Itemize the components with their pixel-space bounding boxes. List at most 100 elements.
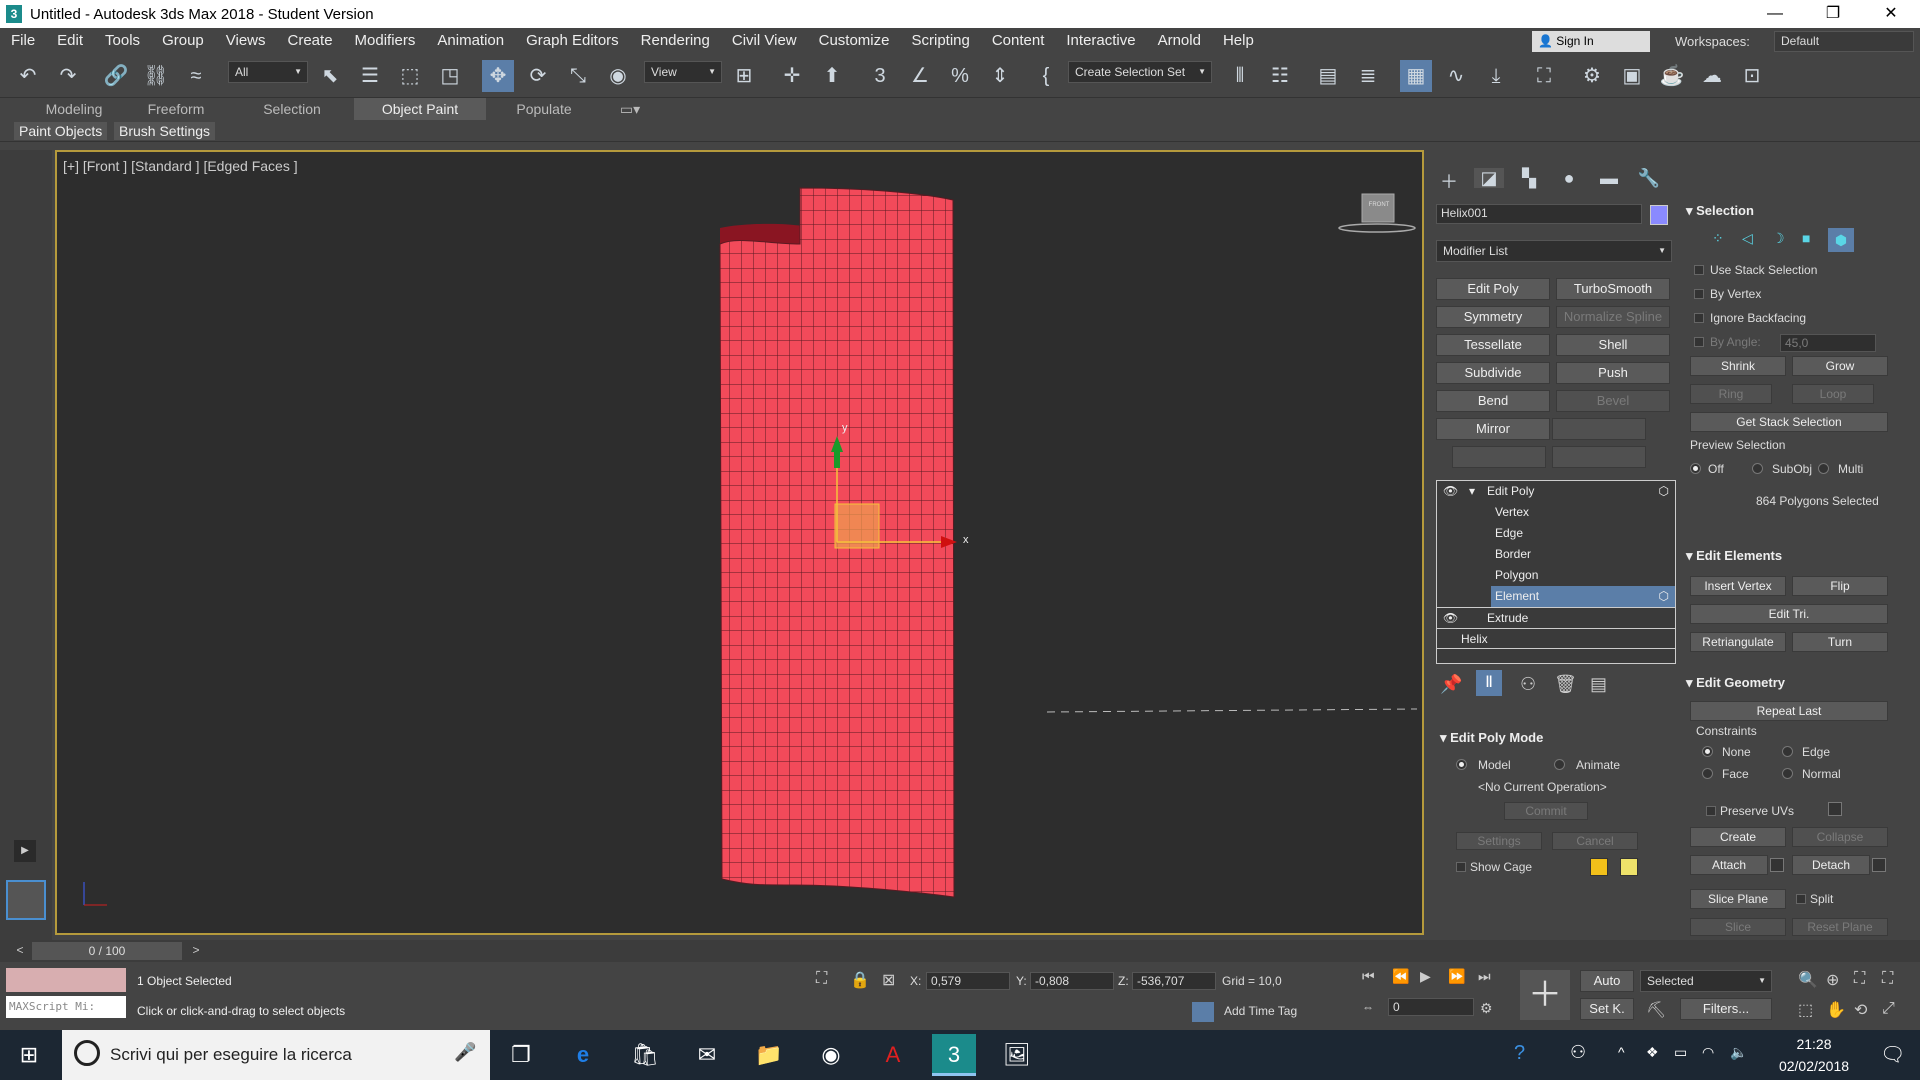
cage-selected-color-swatch[interactable] [1620,858,1638,876]
add-time-tag-button[interactable]: Add Time Tag [1224,1004,1297,1018]
preview-off-radio[interactable] [1690,463,1701,474]
taskbar-search-box[interactable]: Scrivi qui per eseguire la ricerca 🎤 [62,1030,490,1080]
edit-poly-mode-header[interactable]: ▾ Edit Poly Mode [1440,730,1543,746]
retriangulate-button[interactable]: Retriangulate [1690,632,1786,652]
by-vertex-checkbox[interactable] [1694,289,1704,299]
volume-icon[interactable]: 🔈 [1730,1044,1747,1061]
auto-key-button[interactable]: Auto [1580,970,1634,992]
configure-modifier-sets-icon[interactable]: ▤ [1590,674,1607,695]
bind-spacewarp-icon[interactable]: ≈ [180,60,212,92]
menu-views[interactable]: Views [215,28,277,54]
z-coordinate-field[interactable]: -536,707 [1132,972,1216,990]
push-button[interactable]: Push [1556,362,1670,384]
menu-civil-view[interactable]: Civil View [721,28,808,54]
mirror-button[interactable]: Mirror [1436,418,1550,440]
clock-date[interactable]: 02/02/2018 [1766,1058,1862,1074]
front-viewport[interactable]: [+] [Front ] [Standard ] [Edged Faces ] … [55,150,1424,935]
key-mode-toggle-icon[interactable]: ⇔ [1362,1000,1374,1014]
menu-content[interactable]: Content [981,28,1056,54]
schematic-view-icon[interactable]: ⤓ [1480,60,1512,92]
render-setup-icon[interactable]: ⚙ [1576,60,1608,92]
key-filters-button[interactable]: Filters... [1680,998,1772,1020]
edit-named-selection-icon[interactable]: { [1030,60,1062,92]
motion-tab-icon[interactable]: ● [1554,168,1584,188]
store-icon[interactable]: 🛍 [628,1038,662,1072]
selection-filter-dropdown[interactable]: All [228,61,308,83]
attach-button[interactable]: Attach [1690,855,1768,875]
next-frame-button[interactable]: > [188,943,204,959]
remove-modifier-icon[interactable]: 🗑 [1554,674,1577,695]
menu-animation[interactable]: Animation [426,28,515,54]
viewport-layout-thumb[interactable] [6,880,46,920]
sign-in-dropdown[interactable]: 👤 Sign In [1532,31,1650,52]
use-stack-selection-checkbox[interactable] [1694,265,1704,275]
empty-modifier-slot[interactable] [1452,446,1546,468]
time-tag-icon[interactable] [1192,1002,1214,1022]
insert-vertex-button[interactable]: Insert Vertex [1690,576,1786,596]
set-key-button[interactable]: Set K. [1580,998,1634,1020]
maxscript-listener-top[interactable] [6,968,126,992]
prev-frame-button[interactable]: < [12,943,28,959]
bevel-button[interactable]: Bevel [1556,390,1670,412]
reference-coordinate-dropdown[interactable]: View [644,61,722,83]
3dsmax-taskbar-icon[interactable]: 3 [932,1034,976,1076]
edge-mode-icon[interactable]: ◁ [1742,230,1753,247]
toggle-ribbon-icon[interactable]: ▦ [1400,60,1432,92]
align-icon[interactable]: ☷ [1264,60,1296,92]
edit-poly-button[interactable]: Edit Poly [1436,278,1550,300]
photos-icon[interactable]: 🖼 [1000,1038,1034,1072]
snaps-toggle-icon[interactable]: 3 [864,60,896,92]
selection-header[interactable]: ▾ Selection [1686,203,1754,219]
show-end-result-icon[interactable]: Ⅱ [1476,670,1502,696]
selection-lock-icon[interactable]: 🔒 [850,970,870,990]
symmetry-button[interactable]: Symmetry [1436,306,1550,328]
undo-icon[interactable]: ↶ [12,60,44,92]
link-icon[interactable]: 🔗 [100,60,132,92]
current-frame-field[interactable]: 0 [1388,998,1474,1016]
grow-button[interactable]: Grow [1792,356,1888,376]
windows-start-icon[interactable]: ⊞ [12,1038,46,1072]
chrome-icon[interactable]: ◉ [814,1038,848,1072]
turbosmooth-button[interactable]: TurboSmooth [1556,278,1670,300]
named-selection-set-dropdown[interactable]: Create Selection Set [1068,61,1212,83]
mail-icon[interactable]: ✉ [690,1038,724,1072]
tessellate-button[interactable]: Tessellate [1436,334,1550,356]
time-slider-thumb[interactable]: 0 / 100 [32,942,182,960]
settings-button[interactable]: Settings [1456,832,1542,850]
curve-editor-icon[interactable]: ∿ [1440,60,1472,92]
stack-item-edit-poly[interactable]: 👁 ▾ Edit Poly ⬡ [1437,481,1675,502]
previous-key-icon[interactable]: ⏪ [1392,968,1409,985]
collapse-button[interactable]: Collapse [1792,827,1888,847]
people-icon[interactable]: ⚇ [1570,1042,1586,1063]
preserve-uvs-settings-icon[interactable] [1828,802,1842,816]
turn-button[interactable]: Turn [1792,632,1888,652]
empty-modifier-slot[interactable] [1552,418,1646,440]
zoom-extents-all-icon[interactable]: ⛶ [1882,970,1893,988]
menu-customize[interactable]: Customize [808,28,901,54]
unlink-icon[interactable]: ⛓ [140,60,172,92]
action-center-icon[interactable]: 🗨 [1880,1042,1905,1067]
menu-help[interactable]: Help [1212,28,1265,54]
clock-time[interactable]: 21:28 [1774,1036,1854,1052]
constraint-normal-radio[interactable] [1782,768,1793,779]
y-coordinate-field[interactable]: -0,808 [1030,972,1114,990]
key-filters-icon[interactable]: ⛏ [1646,1000,1666,1020]
eye-icon[interactable]: 👁 [1443,608,1458,629]
constraint-none-radio[interactable] [1702,746,1713,757]
stack-item-helix[interactable]: Helix [1437,628,1675,649]
detach-settings-icon[interactable] [1872,858,1886,872]
menu-graph-editors[interactable]: Graph Editors [515,28,630,54]
border-mode-icon[interactable]: ☽ [1772,230,1785,247]
scale-icon[interactable]: ⤡ [562,60,594,92]
window-crossing-icon[interactable]: ◳ [434,60,466,92]
viewcube[interactable] [1361,193,1395,223]
pivot-center-icon[interactable]: ⊞ [728,60,760,92]
tab-freeform[interactable]: Freeform [128,98,224,120]
menu-tools[interactable]: Tools [94,28,151,54]
polygon-mode-icon[interactable]: ■ [1802,230,1810,246]
rotate-icon[interactable]: ⟳ [522,60,554,92]
zoom-icon[interactable]: 🔍 [1798,970,1818,990]
tab-object-paint[interactable]: Object Paint [354,98,486,120]
reset-plane-button[interactable]: Reset Plane [1792,918,1888,936]
detach-button[interactable]: Detach [1792,855,1870,875]
